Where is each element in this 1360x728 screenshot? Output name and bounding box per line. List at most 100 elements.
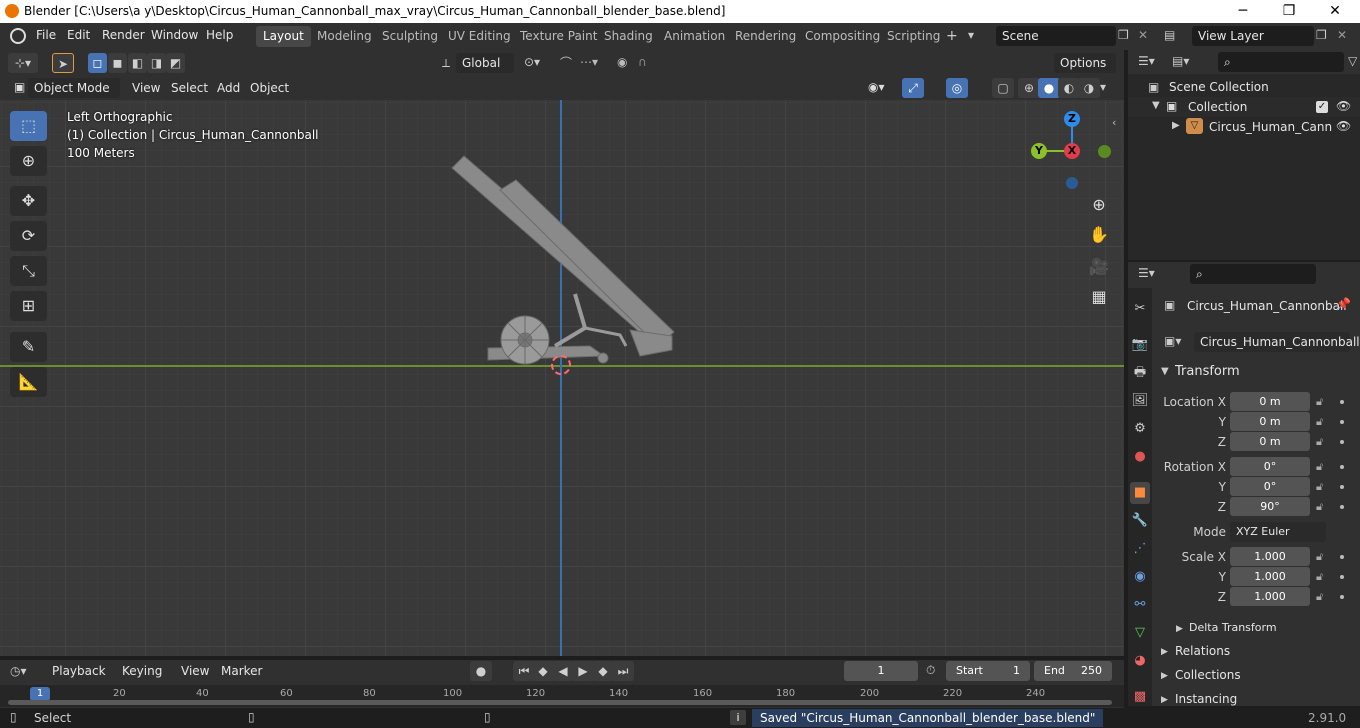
relations-arrow-icon[interactable]: ▶ — [1161, 647, 1168, 657]
tool-cursor[interactable]: ⊕ — [10, 146, 47, 176]
object-eye-icon[interactable]: 👁 — [1336, 119, 1351, 133]
tool-transform[interactable]: ⊞ — [10, 291, 47, 321]
blender-menu-icon[interactable] — [10, 28, 26, 44]
lock-icon[interactable]: 🔓︎ — [1316, 550, 1323, 564]
frame-ruler[interactable]: 1 20 40 60 80 100 120 140 160 180 200 22… — [0, 685, 1124, 707]
3d-viewport[interactable]: Left Orthographic (1) Collection | Circu… — [0, 100, 1124, 656]
timeline-scrollbar[interactable] — [8, 700, 1112, 705]
timeline-editor-icon[interactable]: ◷▾ — [10, 664, 27, 678]
rotation-y-field[interactable]: 0° — [1230, 477, 1310, 496]
delta-transform-header[interactable]: Delta Transform — [1189, 621, 1277, 634]
scale-z-field[interactable]: 1.000 — [1230, 587, 1310, 606]
lock-icon[interactable]: 🔓︎ — [1316, 395, 1323, 409]
viewport-menu-view[interactable]: View — [132, 81, 160, 95]
scene-collection-label[interactable]: Scene Collection — [1169, 80, 1269, 94]
orientation-icon[interactable]: ⟂ — [442, 56, 450, 71]
jump-end-icon[interactable]: ⏭ — [612, 661, 634, 681]
solid-shading-icon[interactable]: ● — [1038, 78, 1060, 98]
properties-editor-icon[interactable]: ☰▾ — [1138, 266, 1155, 280]
keyframe-dot-icon[interactable] — [1340, 485, 1344, 489]
viewport-menu-object[interactable]: Object — [250, 81, 289, 95]
tab-uv-editing[interactable]: UV Editing — [441, 26, 518, 47]
world-tab-icon[interactable]: ● — [1130, 446, 1150, 468]
tab-animation[interactable]: Animation — [657, 26, 732, 47]
object-tab-icon[interactable]: ■ — [1130, 482, 1150, 504]
lock-icon[interactable]: 🔓︎ — [1316, 590, 1323, 604]
visibility-icon[interactable]: ◉▾ — [868, 80, 885, 94]
tab-rendering[interactable]: Rendering — [728, 26, 803, 47]
xray-toggle-icon[interactable]: ▢ — [992, 78, 1014, 98]
shading-options-icon[interactable]: ▾ — [1100, 80, 1106, 94]
zoom-icon[interactable]: ⊕ — [1086, 192, 1112, 218]
collection-eye-icon[interactable]: 👁 — [1336, 99, 1351, 113]
prev-keyframe-icon[interactable]: ◆ — [532, 661, 554, 681]
falloff-icon[interactable]: ∩ — [638, 55, 647, 69]
texture-tab-icon[interactable]: ▩ — [1130, 686, 1150, 708]
tool-annotate[interactable]: ✎ — [10, 332, 47, 362]
scene-tab-icon[interactable]: ⚙ — [1130, 418, 1150, 440]
outliner-display-icon[interactable]: ▤▾ — [1172, 54, 1189, 68]
ortho-grid-icon[interactable]: ▦ — [1086, 284, 1112, 310]
output-tab-icon[interactable]: 🖶 — [1130, 362, 1150, 384]
select-invert-icon[interactable]: ◨ — [147, 53, 166, 73]
minimize-button[interactable]: ─ — [1220, 0, 1266, 23]
material-shading-icon[interactable]: ◐ — [1058, 78, 1080, 98]
datablock-icon[interactable]: ▣▾ — [1164, 334, 1181, 348]
viewport-menu-add[interactable]: Add — [217, 81, 240, 95]
tab-modeling[interactable]: Modeling — [310, 26, 379, 47]
keyframe-dot-icon[interactable] — [1340, 420, 1344, 424]
keyframe-dot-icon[interactable] — [1340, 400, 1344, 404]
particles-tab-icon[interactable]: ⋰ — [1130, 538, 1150, 560]
nav-gizmo-neg-y[interactable] — [1098, 145, 1111, 158]
tool-rotate[interactable]: ⟳ — [10, 221, 47, 251]
keyframe-dot-icon[interactable] — [1340, 555, 1344, 559]
select-intersect-icon[interactable]: ◩ — [166, 53, 185, 73]
view-layer-tab-icon[interactable]: 🖼 — [1130, 390, 1150, 412]
camera-icon[interactable]: 🎥 — [1086, 254, 1112, 280]
3d-cursor-icon[interactable] — [551, 355, 571, 375]
tool-move[interactable]: ✥ — [10, 186, 47, 216]
select-extend-icon[interactable]: ◼ — [108, 53, 127, 73]
menu-edit[interactable]: Edit — [67, 28, 90, 42]
play-icon[interactable]: ▶ — [572, 661, 594, 681]
next-keyframe-icon[interactable]: ◆ — [592, 661, 614, 681]
transform-header[interactable]: Transform — [1175, 364, 1240, 379]
preview-range-icon[interactable]: ⏱ — [926, 663, 935, 678]
options-dropdown[interactable]: Options — [1054, 53, 1116, 73]
filter-icon[interactable]: ▽ — [1348, 54, 1357, 68]
maximize-button[interactable]: ❐ — [1266, 0, 1312, 23]
pin-icon[interactable]: 📌 — [1336, 297, 1351, 311]
snap-target-icon[interactable]: ⋯▾ — [580, 55, 598, 69]
datablock-name-field[interactable]: Circus_Human_Cannonball — [1194, 332, 1360, 352]
keyframe-dot-icon[interactable] — [1340, 440, 1344, 444]
playback-menu[interactable]: Playback — [46, 661, 114, 681]
timeline-view-menu[interactable]: View — [181, 664, 209, 678]
collapse-arrow-icon[interactable]: ▼ — [1152, 100, 1160, 111]
keyframe-dot-icon[interactable] — [1340, 575, 1344, 579]
collections-header[interactable]: Collections — [1175, 668, 1241, 682]
nav-gizmo-neg-z[interactable] — [1066, 177, 1078, 189]
view-layer-remove-icon[interactable]: ✕ — [1337, 28, 1347, 42]
mode-select[interactable]: Object Mode — [28, 78, 120, 98]
tab-sculpting[interactable]: Sculpting — [375, 26, 445, 47]
lock-icon[interactable]: 🔓︎ — [1316, 460, 1323, 474]
material-tab-icon[interactable]: ◕ — [1130, 650, 1150, 672]
current-frame-field[interactable]: 1 — [844, 661, 918, 681]
transform-collapse-icon[interactable]: ▼ — [1161, 366, 1169, 377]
exclude-checkbox[interactable]: ✓ — [1316, 101, 1328, 113]
tab-compositing[interactable]: Compositing — [798, 26, 887, 47]
scene-icon[interactable]: ▾ — [968, 28, 974, 42]
lock-icon[interactable]: 🔓︎ — [1316, 500, 1323, 514]
tool-select-box[interactable]: ⬚ — [10, 111, 47, 141]
nav-gizmo-z-button[interactable]: Z — [1064, 111, 1080, 127]
rotation-mode-select[interactable]: XYZ Euler — [1230, 522, 1326, 542]
end-frame-field[interactable]: End 250 — [1034, 661, 1112, 681]
wireframe-shading-icon[interactable]: ⊕ — [1018, 78, 1040, 98]
rendered-shading-icon[interactable]: ◑ — [1078, 78, 1100, 98]
close-button[interactable]: ✕ — [1312, 0, 1358, 23]
view-layer-field[interactable]: View Layer — [1192, 26, 1314, 46]
pan-hand-icon[interactable]: ✋ — [1086, 222, 1112, 248]
keyframe-dot-icon[interactable] — [1340, 595, 1344, 599]
menu-file[interactable]: File — [36, 28, 56, 42]
viewport-menu-select[interactable]: Select — [171, 81, 208, 95]
